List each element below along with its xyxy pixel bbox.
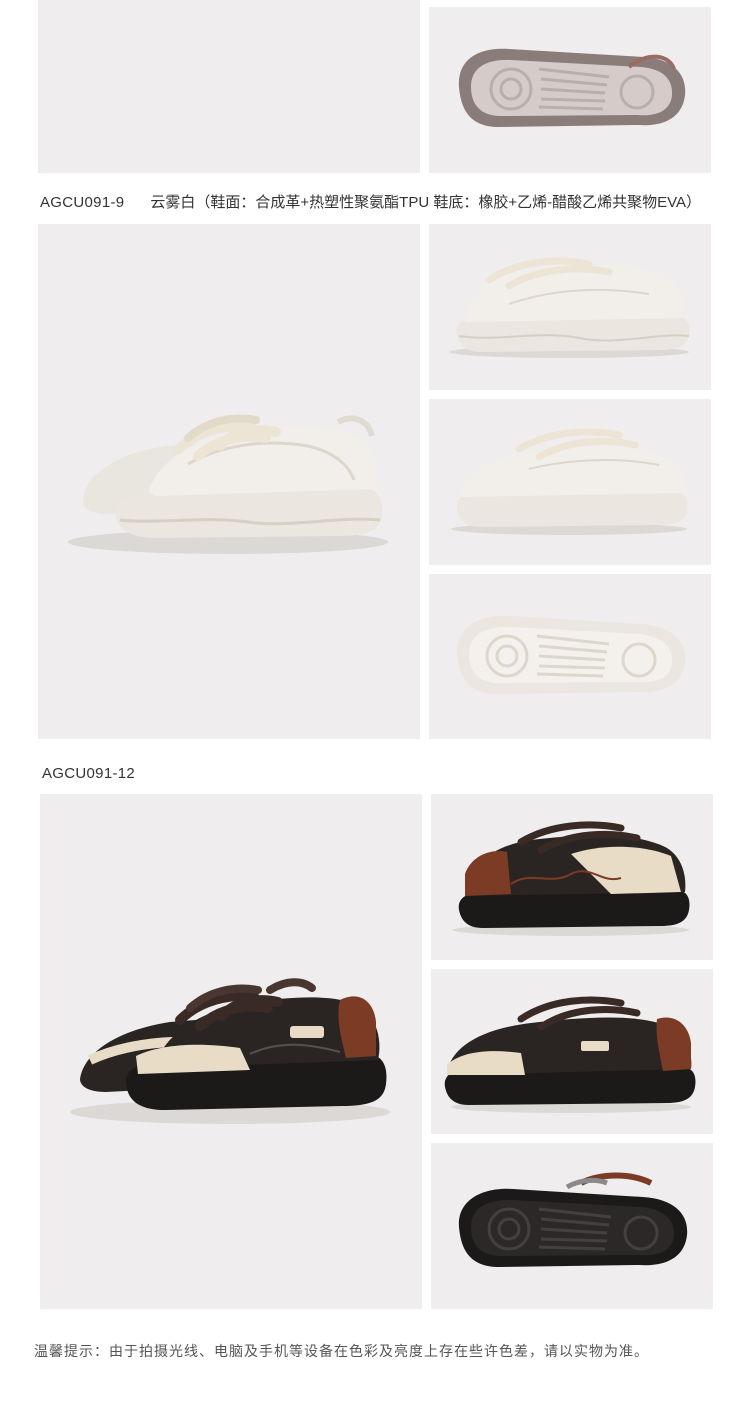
main-photo-black: [40, 794, 422, 1309]
black-shoe-pair-illustration: [70, 978, 390, 1124]
black-sole-illustration: [458, 1172, 688, 1267]
sole-grey-illustration: [458, 48, 686, 127]
side-photo-white: [429, 224, 711, 390]
side-photo-black-2: [431, 969, 713, 1134]
sole-photo-grey: [429, 7, 711, 173]
color-disclaimer: 温馨提示：由于拍摄光线、电脑及手机等设备在色彩及亮度上存在些许色差，请以实物为准…: [34, 1343, 649, 1359]
sole-photo-white: [429, 574, 711, 739]
main-photo-grey: [38, 0, 420, 173]
section-caption-black: AGCU091-12: [42, 765, 135, 783]
section-caption-white: AGCU091-9 云雾白（鞋面：合成革+热塑性聚氨酯TPU 鞋底：橡胶+乙烯-醋…: [40, 194, 701, 212]
main-photo-white: [38, 224, 420, 739]
white-shoe-pair-illustration: [68, 414, 388, 554]
side-photo-white-2: [429, 399, 711, 565]
product-code: AGCU091-9: [40, 194, 125, 211]
white-shoe-side-illustration: [449, 257, 690, 358]
black-shoe-side-illustration: [453, 821, 690, 936]
sole-photo-black: [431, 1143, 713, 1309]
side-photo-black: [431, 794, 713, 960]
white-shoe-other-side-illustration: [451, 428, 688, 535]
product-code: AGCU091-12: [42, 765, 136, 782]
white-sole-illustration: [456, 615, 686, 694]
black-shoe-other-side-illustration: [444, 996, 696, 1113]
product-description: 云雾白（鞋面：合成革+热塑性聚氨酯TPU 鞋底：橡胶+乙烯-醋酸乙烯共聚物EVA…: [150, 194, 701, 211]
